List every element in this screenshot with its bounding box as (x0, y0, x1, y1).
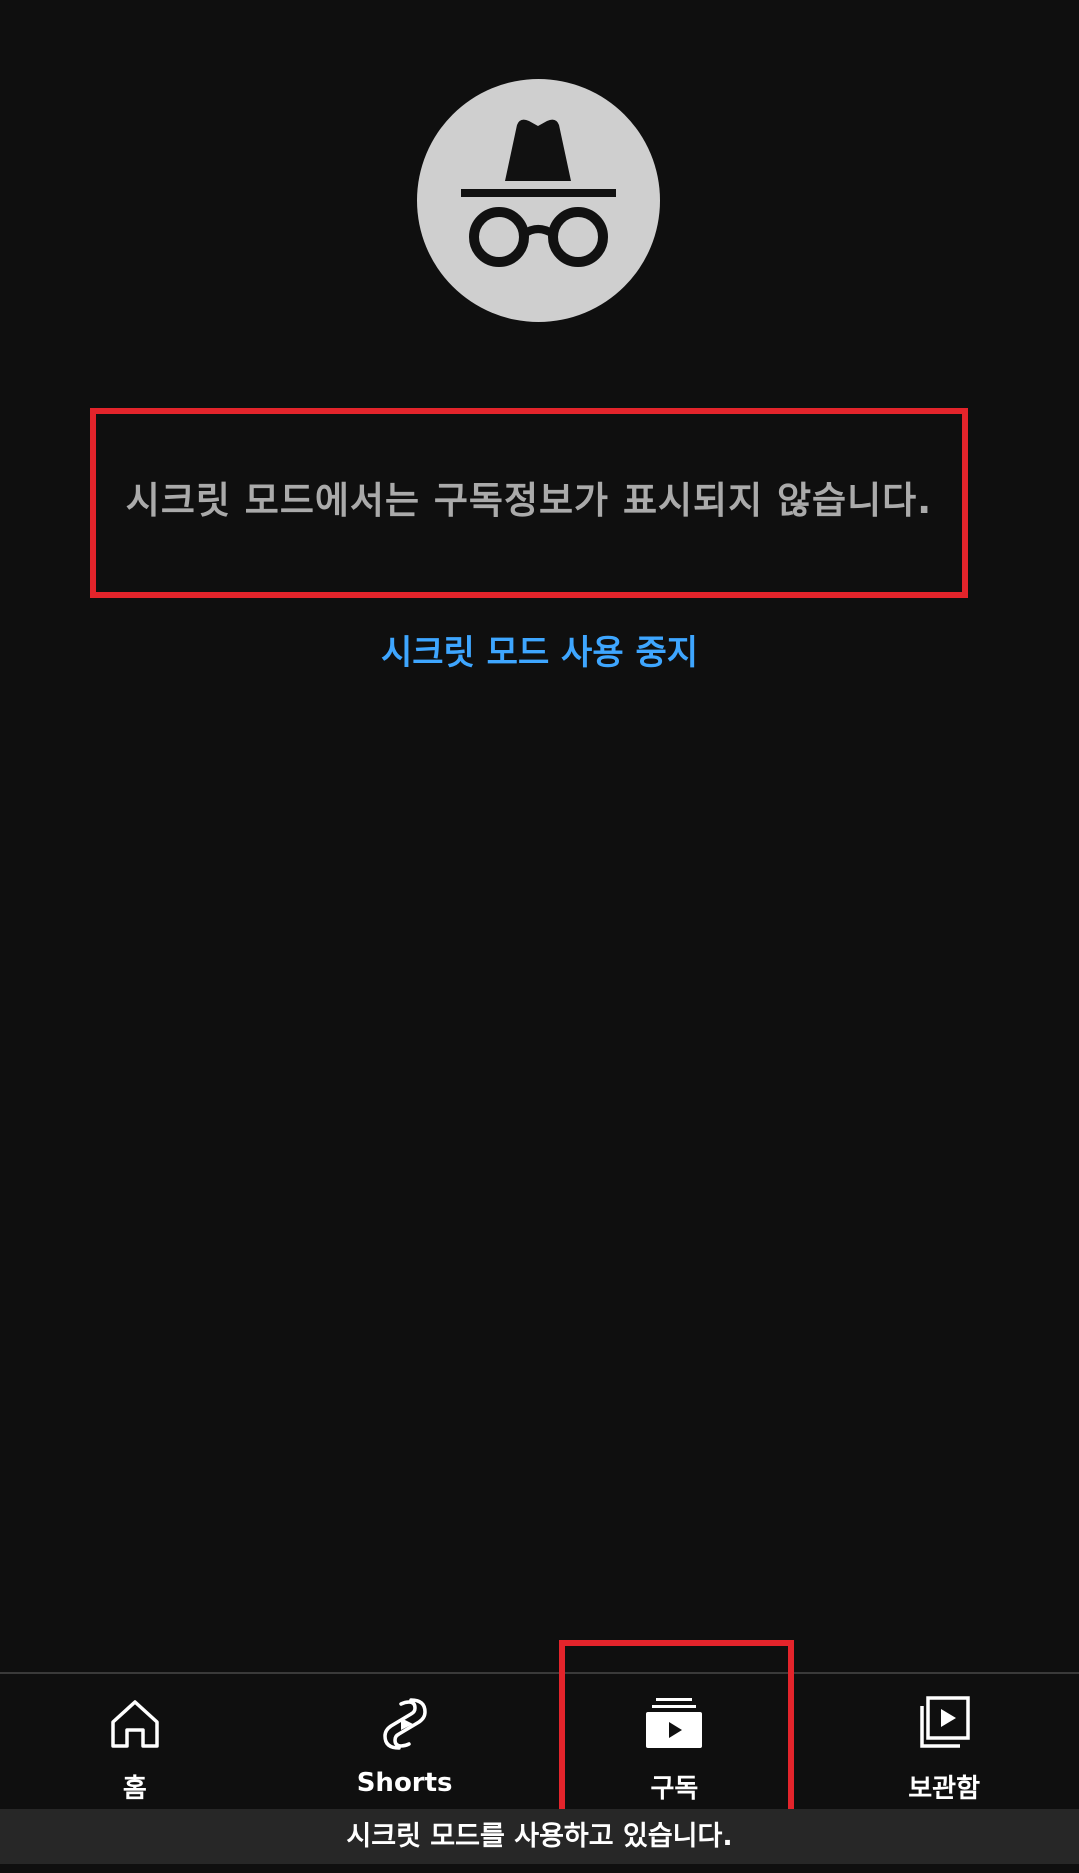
nav-item-shorts[interactable]: Shorts (270, 1674, 540, 1809)
incognito-subscriptions-message: 시크릿 모드에서는 구독정보가 표시되지 않습니다. (125, 479, 933, 522)
subscriptions-icon (646, 1698, 703, 1748)
nav-label-library: 보관함 (908, 1774, 980, 1804)
incognito-status-bar: 시크릿 모드를 사용하고 있습니다. (0, 1809, 1079, 1864)
library-icon (920, 1696, 970, 1748)
home-icon (111, 1700, 159, 1748)
nav-item-home[interactable]: 홈 (0, 1674, 270, 1809)
nav-label-subscriptions: 구독 (650, 1774, 699, 1804)
nav-item-library[interactable]: 보관함 (809, 1674, 1079, 1809)
incognito-icon (417, 79, 660, 322)
stop-incognito-link[interactable]: 시크릿 모드 사용 중지 (0, 625, 1079, 674)
bottom-navigation: 홈 Shorts 구독 보관함 (0, 1674, 1079, 1809)
shorts-icon (382, 1698, 427, 1750)
nav-label-home: 홈 (122, 1774, 147, 1804)
nav-label-shorts: Shorts (356, 1768, 453, 1798)
nav-item-subscriptions[interactable]: 구독 (540, 1674, 810, 1809)
